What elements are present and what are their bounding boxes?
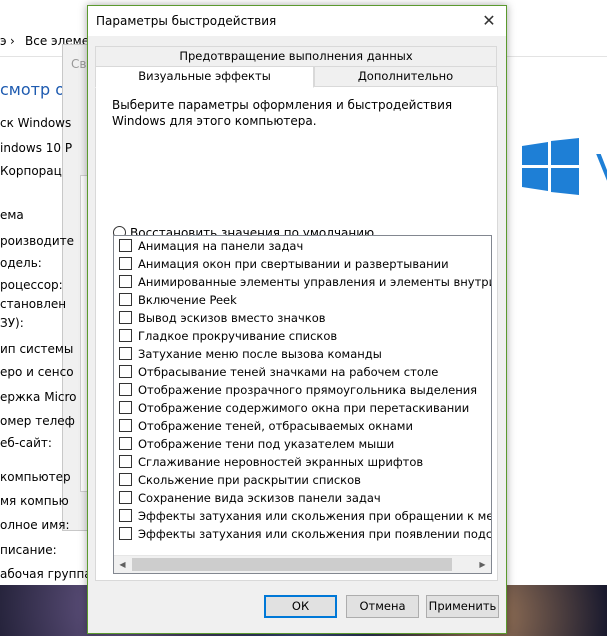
effect-item[interactable]: Скольжение при раскрытии списков bbox=[119, 472, 361, 490]
scrollbar-thumb[interactable] bbox=[132, 558, 452, 571]
description-text: Выберите параметры оформления и быстроде… bbox=[112, 98, 453, 128]
windows-logo-letter: V bbox=[596, 144, 607, 196]
effect-item[interactable]: Отображение тени под указателем мыши bbox=[119, 436, 394, 454]
horizontal-scrollbar[interactable]: ◀ ▶ bbox=[114, 555, 491, 573]
system-info-label: ск Windows bbox=[0, 116, 72, 130]
effect-checkbox[interactable] bbox=[119, 257, 132, 270]
system-info-label: писание: bbox=[0, 543, 57, 557]
system-info-label: Корпорац bbox=[0, 164, 62, 178]
effect-item[interactable]: Сохранение вида эскизов панели задач bbox=[119, 490, 381, 508]
effect-checkbox[interactable] bbox=[119, 509, 132, 522]
system-info-label: становлен bbox=[0, 297, 67, 311]
windows-logo-icon: V bbox=[522, 138, 607, 196]
effect-checkbox[interactable] bbox=[119, 455, 132, 468]
scroll-left-icon[interactable]: ◀ bbox=[114, 556, 131, 573]
effect-label: Сохранение вида эскизов панели задач bbox=[138, 490, 381, 505]
effect-checkbox[interactable] bbox=[119, 239, 132, 252]
system-info-label: ема bbox=[0, 208, 24, 222]
effect-checkbox[interactable] bbox=[119, 527, 132, 540]
effect-item[interactable]: Эффекты затухания или скольжения при поя… bbox=[119, 526, 492, 544]
tab-visual-effects[interactable]: Визуальные эффекты bbox=[95, 66, 314, 88]
effect-item[interactable]: Эффекты затухания или скольжения при обр… bbox=[119, 508, 492, 526]
effect-checkbox[interactable] bbox=[119, 311, 132, 324]
effect-label: Эффекты затухания или скольжения при обр… bbox=[138, 508, 492, 523]
system-info-label: ип системы bbox=[0, 342, 74, 356]
tab-data-execution-prevention[interactable]: Предотвращение выполнения данных bbox=[95, 46, 497, 67]
system-info-label: ЗУ): bbox=[0, 316, 24, 330]
effect-item[interactable]: Гладкое прокручивание списков bbox=[119, 328, 337, 346]
effect-label: Гладкое прокручивание списков bbox=[138, 328, 338, 343]
effect-item[interactable]: Затухание меню после вызова команды bbox=[119, 346, 382, 364]
effect-item[interactable]: Анимированные элементы управления и элем… bbox=[119, 274, 492, 292]
effect-label: Вывод эскизов вместо значков bbox=[138, 310, 326, 325]
system-info-label: одель: bbox=[0, 256, 42, 270]
effect-item[interactable]: Отображение прозрачного прямоугольника в… bbox=[119, 382, 477, 400]
breadcrumb-separator-icon: › bbox=[10, 34, 15, 48]
effect-label: Включение Peek bbox=[138, 292, 237, 307]
title-bar[interactable]: Параметры быстродействия ✕ bbox=[88, 6, 506, 36]
effect-checkbox[interactable] bbox=[119, 383, 132, 396]
effect-item[interactable]: Отбрасывание теней значками на рабочем с… bbox=[119, 364, 438, 382]
effect-label: Отображение тени под указателем мыши bbox=[138, 436, 395, 451]
close-icon[interactable]: ✕ bbox=[476, 9, 502, 33]
system-info-label: indows 10 Р bbox=[0, 141, 73, 155]
effect-item[interactable]: Отображение содержимого окна при перетас… bbox=[119, 400, 469, 418]
effect-item[interactable]: Анимация окон при свертывании и разверты… bbox=[119, 256, 449, 274]
apply-button[interactable]: Применить bbox=[426, 595, 499, 618]
effect-item[interactable]: Отображение теней, отбрасываемых окнами bbox=[119, 418, 413, 436]
effect-item[interactable]: Анимация на панели задач bbox=[119, 238, 303, 256]
scroll-right-icon[interactable]: ▶ bbox=[474, 556, 491, 573]
effect-checkbox[interactable] bbox=[119, 293, 132, 306]
effect-item[interactable]: Включение Peek bbox=[119, 292, 237, 310]
effect-label: Отображение содержимого окна при перетас… bbox=[138, 400, 470, 415]
effect-label: Анимация на панели задач bbox=[138, 238, 304, 253]
effect-checkbox[interactable] bbox=[119, 437, 132, 450]
system-info-label: компьютер bbox=[0, 470, 71, 484]
tab-advanced[interactable]: Дополнительно bbox=[314, 66, 497, 87]
effect-checkbox[interactable] bbox=[119, 473, 132, 486]
cancel-button[interactable]: Отмена bbox=[346, 595, 419, 618]
effect-checkbox[interactable] bbox=[119, 275, 132, 288]
effect-label: Анимированные элементы управления и элем… bbox=[138, 274, 492, 289]
effect-label: Отображение прозрачного прямоугольника в… bbox=[138, 382, 478, 397]
effect-label: Анимация окон при свертывании и разверты… bbox=[138, 256, 449, 271]
system-info-label: абочая группа: bbox=[0, 567, 96, 581]
effect-checkbox[interactable] bbox=[119, 491, 132, 504]
effect-label: Сглаживание неровностей экранных шрифтов bbox=[138, 454, 424, 469]
system-info-label: омер телеф bbox=[0, 414, 75, 428]
system-info-label: мя компью bbox=[0, 494, 69, 508]
system-info-label: роцессор: bbox=[0, 278, 63, 292]
effect-label: Скольжение при раскрытии списков bbox=[138, 472, 361, 487]
system-info-label: олное имя: bbox=[0, 518, 70, 532]
performance-options-dialog: Параметры быстродействия ✕ Предотвращени… bbox=[87, 5, 507, 634]
effect-checkbox[interactable] bbox=[119, 419, 132, 432]
effects-list[interactable]: Анимация на панели задач Анимация окон пр… bbox=[113, 235, 492, 574]
ok-button[interactable]: ОК bbox=[264, 595, 337, 618]
effect-item[interactable]: Вывод эскизов вместо значков bbox=[119, 310, 326, 328]
effect-label: Отображение теней, отбрасываемых окнами bbox=[138, 418, 413, 433]
effect-checkbox[interactable] bbox=[119, 365, 132, 378]
system-info-label: еб-сайт: bbox=[0, 436, 52, 450]
effect-label: Отбрасывание теней значками на рабочем с… bbox=[138, 364, 439, 379]
visual-effects-panel: Выберите параметры оформления и быстроде… bbox=[95, 86, 498, 581]
effect-checkbox[interactable] bbox=[119, 329, 132, 342]
effect-item[interactable]: Сглаживание неровностей экранных шрифтов bbox=[119, 454, 423, 472]
effect-label: Эффекты затухания или скольжения при поя… bbox=[138, 526, 492, 541]
system-info-label: роизводите bbox=[0, 234, 75, 248]
system-info-label: еро и сенсо bbox=[0, 365, 74, 379]
dialog-title: Параметры быстродействия bbox=[96, 14, 277, 28]
effect-label: Затухание меню после вызова команды bbox=[138, 346, 382, 361]
breadcrumb-left: э bbox=[0, 34, 7, 48]
effect-checkbox[interactable] bbox=[119, 401, 132, 414]
effect-checkbox[interactable] bbox=[119, 347, 132, 360]
system-info-label: ержка Micro bbox=[0, 390, 77, 404]
